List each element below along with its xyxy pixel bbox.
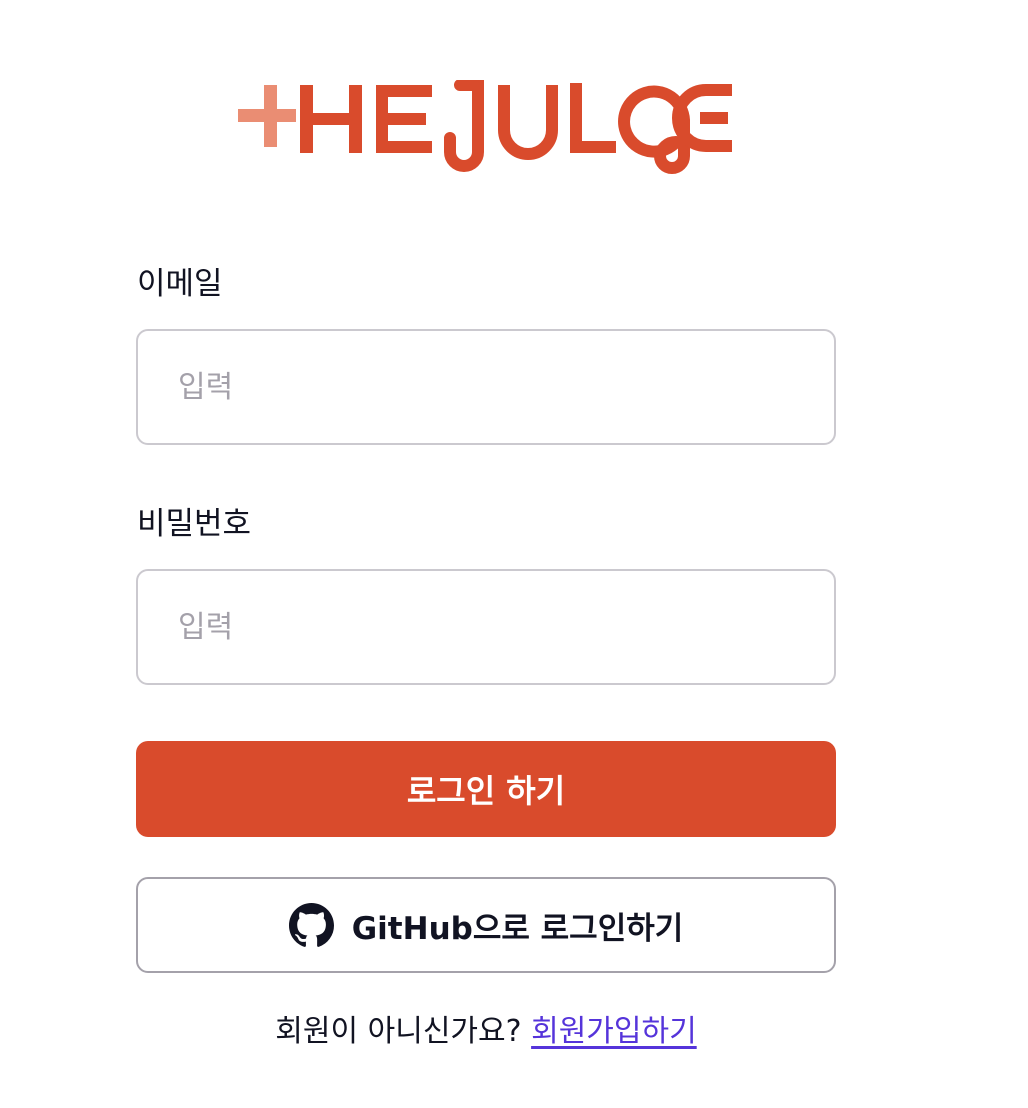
email-input[interactable] bbox=[136, 329, 836, 445]
login-button[interactable]: 로그인 하기 bbox=[136, 741, 836, 837]
password-label: 비밀번호 bbox=[137, 506, 252, 542]
github-login-button[interactable]: GitHub으로 로그인하기 bbox=[136, 877, 836, 973]
brand-logo[interactable] bbox=[236, 80, 736, 176]
signup-prompt-text: 회원이 아니신가요? bbox=[275, 1014, 522, 1049]
github-icon bbox=[288, 902, 334, 948]
github-login-label: GitHub으로 로그인하기 bbox=[351, 910, 684, 947]
signup-link[interactable]: 회원가입하기 bbox=[531, 1014, 697, 1049]
signup-prompt-row: 회원이 아니신가요? 회원가입하기 bbox=[0, 1010, 972, 1054]
email-label: 이메일 bbox=[137, 266, 223, 302]
password-input[interactable] bbox=[136, 569, 836, 685]
